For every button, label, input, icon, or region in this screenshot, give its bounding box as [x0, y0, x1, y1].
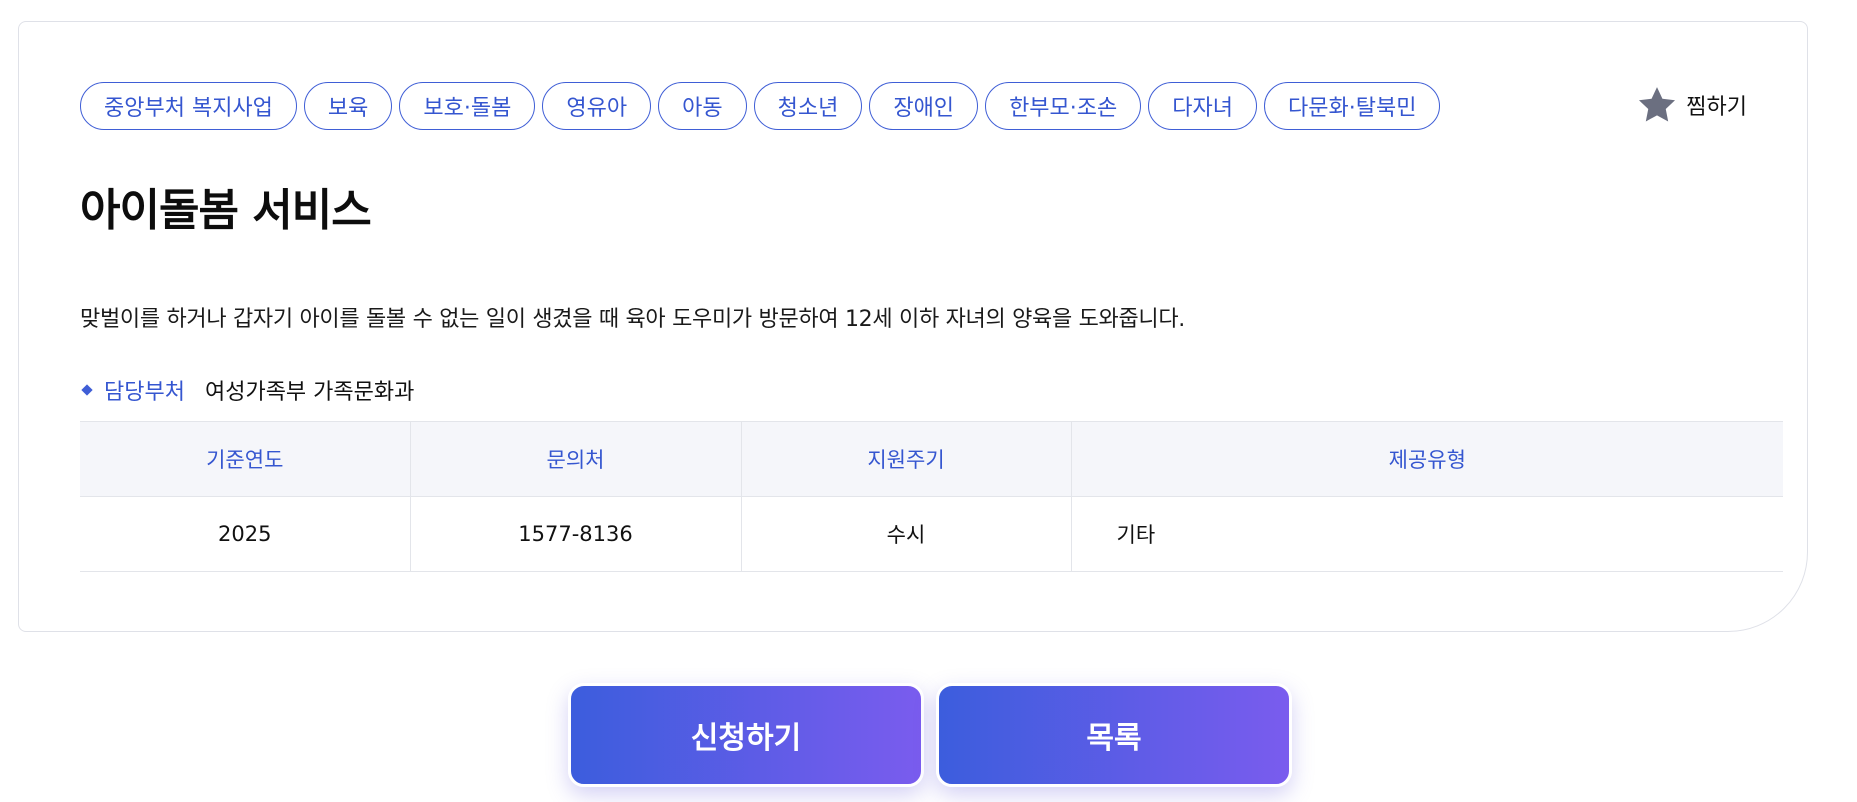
tag-child[interactable]: 아동 [658, 82, 747, 130]
table-row: 2025 1577-8136 수시 기타 [80, 496, 1783, 572]
tag-multi-child[interactable]: 다자녀 [1148, 82, 1257, 130]
cell-base-year: 2025 [80, 496, 410, 572]
department-row: 담당부처 여성가족부 가족문화과 [80, 374, 414, 406]
favorite-label: 찜하기 [1686, 95, 1747, 120]
department-label: 담당부처 [104, 380, 185, 405]
diamond-bullet-icon [81, 384, 93, 396]
action-buttons: 신청하기 목록 [568, 683, 1292, 787]
service-description: 맞벌이를 하거나 갑자기 아이를 돌볼 수 없는 일이 생겼을 때 육아 도우미… [80, 307, 1185, 332]
cell-provision-type: 기타 [1070, 496, 1783, 572]
cell-contact: 1577-8136 [409, 496, 741, 572]
star-icon [1639, 87, 1676, 122]
header-contact: 문의처 [409, 421, 741, 497]
category-tags: 중앙부처 복지사업 보육 보호·돌봄 영유아 아동 청소년 장애인 한부모·조손… [80, 82, 1441, 130]
department-value: 여성가족부 가족문화과 [204, 380, 415, 405]
favorite-button[interactable]: 찜하기 [1636, 84, 1747, 126]
page-title: 아이돌봄 서비스 [80, 185, 372, 236]
header-support-cycle: 지원주기 [740, 421, 1071, 497]
cell-support-cycle: 수시 [740, 496, 1071, 572]
tag-infant[interactable]: 영유아 [542, 82, 652, 130]
tag-protection-care[interactable]: 보호·돌봄 [399, 82, 536, 130]
list-button[interactable]: 목록 [936, 683, 1292, 787]
apply-button[interactable]: 신청하기 [568, 683, 924, 787]
tag-single-parent[interactable]: 한부모·조손 [985, 82, 1142, 130]
table-header-row: 기준연도 문의처 지원주기 제공유형 [80, 421, 1783, 497]
tag-central-welfare[interactable]: 중앙부처 복지사업 [80, 82, 297, 130]
header-base-year: 기준연도 [80, 421, 410, 497]
header-provision-type: 제공유형 [1070, 421, 1783, 497]
tag-disability[interactable]: 장애인 [869, 82, 979, 130]
service-detail-card: 중앙부처 복지사업 보육 보호·돌봄 영유아 아동 청소년 장애인 한부모·조손… [18, 21, 1808, 632]
tag-youth[interactable]: 청소년 [753, 82, 863, 130]
tag-childcare[interactable]: 보육 [303, 82, 393, 130]
info-table: 기준연도 문의처 지원주기 제공유형 2025 1577-8136 수시 기타 [80, 421, 1783, 572]
tag-multicultural[interactable]: 다문화·탈북민 [1264, 82, 1441, 130]
